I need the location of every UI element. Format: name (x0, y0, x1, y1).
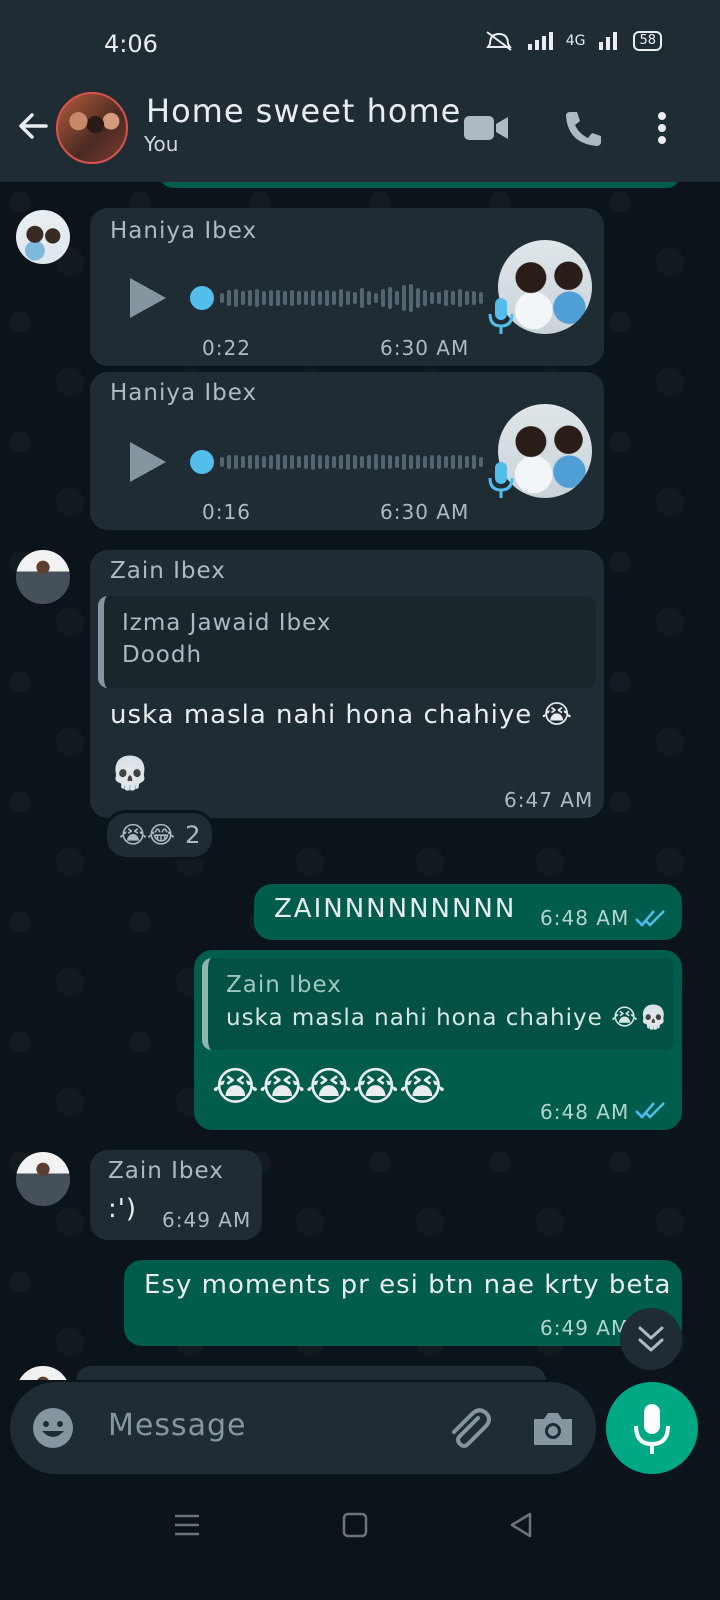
message-text: uska masla nahi hona chahiye 😭 (110, 700, 573, 730)
read-ticks-icon (635, 910, 665, 927)
system-nav-bar (0, 1480, 720, 1600)
sender-name[interactable]: Haniya Ibex (110, 380, 257, 406)
emoji-icon[interactable] (30, 1405, 76, 1451)
message-time: 6:48 AM (540, 1100, 630, 1124)
message-text: ZAINNNNNNNNN (274, 894, 517, 924)
quoted-text: Doodh (122, 642, 203, 668)
voice-message[interactable]: Haniya Ibex 0:22 6:30 AM (90, 208, 604, 366)
quoted-sender: Zain Ibex (226, 972, 342, 998)
status-time: 4:06 (104, 30, 158, 58)
sender-name[interactable]: Zain Ibex (108, 1158, 224, 1184)
read-ticks-icon (635, 1102, 665, 1119)
outgoing-message[interactable]: ZAINNNNNNNNN 6:48 AM (254, 884, 682, 940)
camera-icon[interactable] (530, 1405, 576, 1451)
message-time: 6:30 AM (380, 500, 470, 524)
message-text: Esy moments pr esi btn nae krty beta (144, 1270, 672, 1300)
group-title[interactable]: Home sweet home (146, 92, 461, 130)
waveform[interactable] (220, 447, 483, 477)
video-call-icon[interactable] (462, 108, 510, 148)
quoted-message[interactable]: Zain Ibex uska masla nahi hona chahiye 😭… (202, 958, 674, 1050)
signal-icon-2 (599, 32, 618, 50)
voice-message[interactable]: Haniya Ibex 0:16 6:30 AM (90, 372, 604, 530)
mic-icon (488, 462, 514, 498)
playback-handle[interactable] (190, 450, 214, 474)
mic-icon (634, 1404, 670, 1454)
message-time: 6:49 AM (162, 1208, 252, 1232)
previous-message-remnant (160, 182, 680, 188)
phone-call-icon[interactable] (560, 108, 608, 148)
message-time: 6:49 AM (540, 1316, 630, 1340)
status-bar: 4:06 4G 58 (0, 0, 720, 86)
group-subtitle[interactable]: You (144, 132, 178, 156)
quoted-message[interactable]: Izma Jawaid Ibex Doodh (98, 596, 596, 688)
message-input-bar[interactable]: Message (10, 1382, 596, 1474)
voice-record-button[interactable] (606, 1382, 698, 1474)
sender-name[interactable]: Zain Ibex (110, 558, 226, 584)
reply-message[interactable]: Zain Ibex Izma Jawaid Ibex Doodh uska ma… (90, 550, 604, 818)
quoted-sender: Izma Jawaid Ibex (122, 610, 332, 636)
play-icon[interactable] (130, 442, 166, 482)
chevron-double-down-icon (638, 1326, 664, 1352)
message-text-2: 💀 (110, 754, 151, 792)
mic-icon (488, 298, 514, 334)
quoted-text: uska masla nahi hona chahiye 😭💀 (226, 1005, 669, 1031)
outgoing-message[interactable]: Esy moments pr esi btn nae krty beta 6:4… (124, 1260, 682, 1346)
reaction-emojis: 😭😂 (119, 821, 176, 849)
chat-header: Home sweet home You (0, 86, 720, 182)
message-time: 6:30 AM (380, 336, 470, 360)
waveform[interactable] (220, 283, 483, 313)
voice-duration: 0:22 (202, 336, 251, 360)
voice-duration: 0:16 (202, 500, 251, 524)
message-input[interactable]: Message (108, 1408, 246, 1443)
message-time: 6:48 AM (540, 906, 630, 930)
avatar[interactable] (16, 1152, 70, 1206)
mute-icon (485, 31, 512, 51)
message-text: :') (108, 1194, 138, 1224)
menu-icon[interactable] (172, 1510, 202, 1540)
incoming-message[interactable]: Zain Ibex :') 6:49 AM (90, 1150, 262, 1240)
reaction-count: 2 (185, 821, 201, 849)
playback-handle[interactable] (190, 286, 214, 310)
attach-icon[interactable] (444, 1404, 492, 1452)
group-avatar[interactable] (56, 92, 128, 164)
avatar[interactable] (16, 210, 70, 264)
avatar (16, 1366, 70, 1380)
sender-name[interactable]: Haniya Ibex (110, 218, 257, 244)
more-options-icon[interactable] (642, 108, 682, 148)
network-type: 4G (565, 33, 586, 49)
status-icons: 4G 58 (484, 30, 662, 52)
chat-area[interactable]: Haniya Ibex 0:22 6:30 AM Haniya Ibex 0:1… (0, 182, 720, 1380)
outgoing-reply-message[interactable]: Zain Ibex uska masla nahi hona chahiye 😭… (194, 950, 682, 1130)
back-icon[interactable] (506, 1510, 536, 1540)
back-arrow-icon[interactable] (16, 108, 52, 144)
signal-icon (527, 32, 553, 50)
battery-icon: 58 (633, 31, 662, 51)
reactions[interactable]: 😭😂 2 (104, 810, 216, 860)
avatar[interactable] (16, 550, 70, 604)
message-time: 6:47 AM (504, 788, 594, 812)
message-text: 😭😭😭😭😭 (212, 1064, 446, 1110)
scroll-down-button[interactable] (620, 1308, 682, 1370)
play-icon[interactable] (130, 278, 166, 318)
home-icon[interactable] (340, 1510, 370, 1540)
next-message-remnant (76, 1366, 546, 1380)
